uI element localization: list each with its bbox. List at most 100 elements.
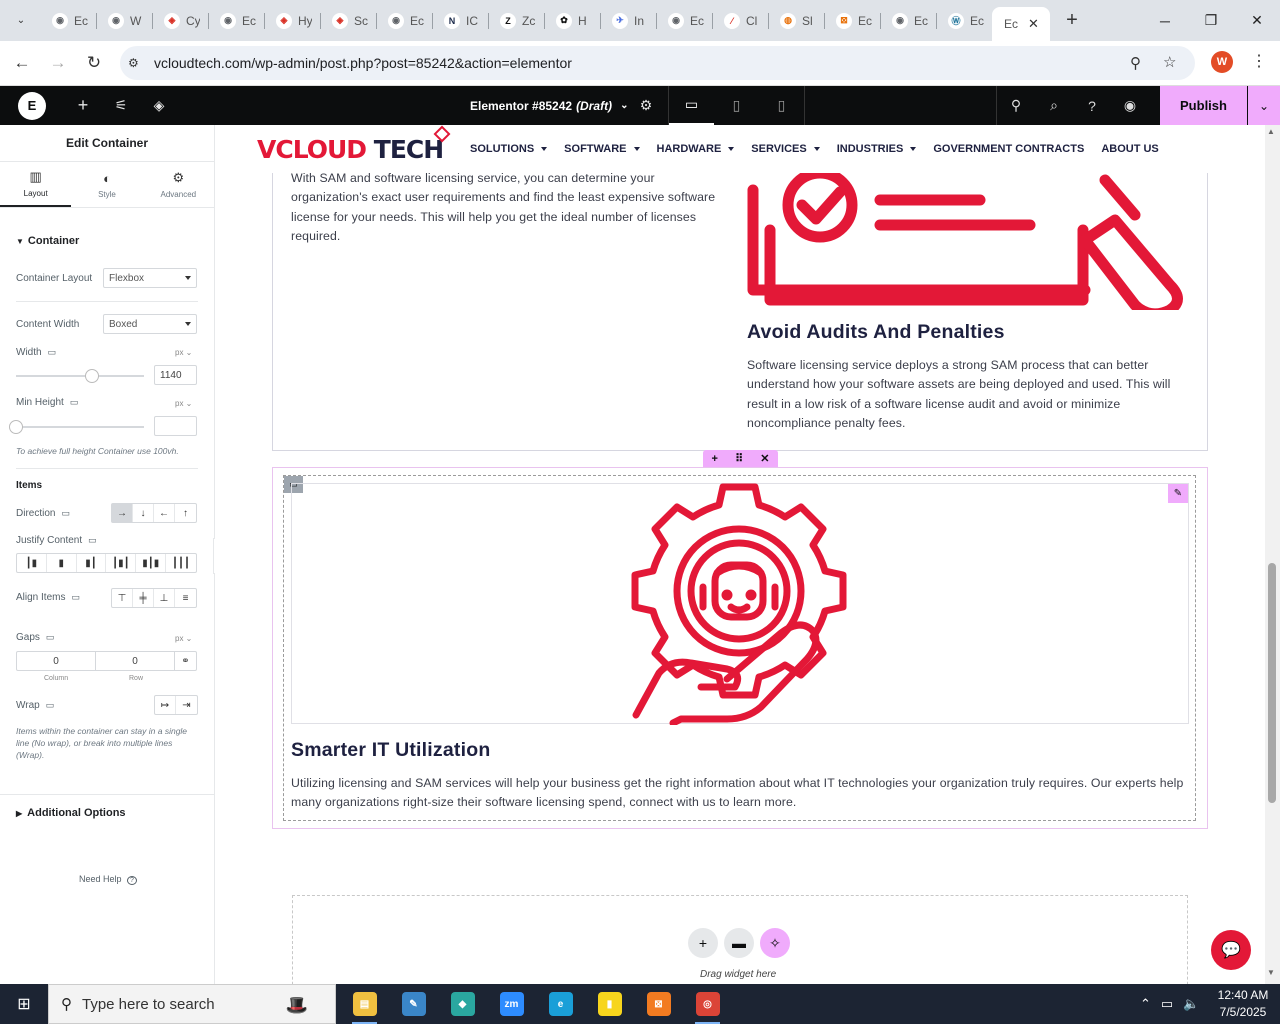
- wrap-icon[interactable]: ⇥: [176, 696, 197, 714]
- browser-tab[interactable]: ⁄ Cl: [712, 5, 768, 37]
- justify-center-icon[interactable]: ▮: [47, 554, 77, 572]
- notes-pin-icon[interactable]: ⚲: [997, 86, 1035, 125]
- chat-support-icon[interactable]: 💬: [1211, 930, 1251, 970]
- nav-item-hardware[interactable]: HARDWARE: [657, 143, 735, 155]
- align-stretch-icon[interactable]: ≡: [175, 589, 196, 607]
- gap-row-input[interactable]: 0: [96, 652, 175, 670]
- edit-widget-pencil-icon[interactable]: ✎: [1168, 484, 1188, 503]
- drag-container-icon[interactable]: ⠿: [735, 452, 743, 465]
- browser-tab-active[interactable]: Ec ✕: [992, 7, 1050, 41]
- document-title[interactable]: Elementor #85242 (Draft) ⌄: [470, 86, 628, 125]
- browser-tab[interactable]: N IC: [432, 5, 488, 37]
- close-tab-icon[interactable]: ✕: [1028, 16, 1039, 32]
- tab-advanced[interactable]: ⚙ Advanced: [143, 162, 214, 207]
- vpn-app-taskbar-button[interactable]: ◆: [438, 984, 487, 1024]
- file-explorer-taskbar-button[interactable]: ▤: [340, 984, 389, 1024]
- browser-tab[interactable]: ◍ Sl: [768, 5, 824, 37]
- window-close-icon[interactable]: ✕: [1234, 0, 1280, 41]
- canvas-scrollbar-thumb[interactable]: [1268, 563, 1276, 803]
- elementor-menu-button[interactable]: E: [0, 86, 64, 125]
- justify-space-between-icon[interactable]: ┃▮┃: [106, 554, 137, 572]
- desktop-responsive-icon[interactable]: ▭: [70, 397, 79, 407]
- browser-tab[interactable]: ◈ Hy: [264, 5, 320, 37]
- gap-column-input[interactable]: 0: [17, 652, 96, 670]
- ai-sparkle-icon[interactable]: ✧: [760, 928, 790, 958]
- site-settings-sliders-icon[interactable]: ⚟: [102, 86, 140, 125]
- desktop-responsive-icon[interactable]: ▭: [48, 347, 57, 357]
- chrome-browser-taskbar-button[interactable]: ◎: [683, 984, 732, 1024]
- tab-search-chevron-icon[interactable]: ⌄: [8, 8, 34, 34]
- gaps-unit-select[interactable]: px ⌄: [175, 634, 192, 643]
- align-start-icon[interactable]: ⊤: [112, 589, 133, 607]
- container-section-toggle[interactable]: ▼ Container: [16, 235, 79, 247]
- scroll-down-arrow-icon[interactable]: ▼: [1267, 968, 1275, 977]
- profile-avatar[interactable]: W: [1211, 51, 1233, 73]
- justify-end-icon[interactable]: ▮┃: [77, 554, 107, 572]
- browser-tab[interactable]: ⊠ Ec: [824, 5, 880, 37]
- mobile-icon[interactable]: ▯: [759, 86, 804, 125]
- browser-tab[interactable]: ◉ Ec: [208, 5, 264, 37]
- browser-tab[interactable]: ◉ Ec: [656, 5, 712, 37]
- browser-tab[interactable]: ◈ Sc: [320, 5, 376, 37]
- scroll-up-arrow-icon[interactable]: ▲: [1267, 127, 1275, 136]
- content-width-select[interactable]: Boxed: [103, 314, 197, 334]
- no-wrap-icon[interactable]: ↦: [155, 696, 176, 714]
- add-element-icon[interactable]: +: [64, 86, 102, 125]
- windows-start-icon[interactable]: ⊞: [0, 984, 48, 1024]
- justify-space-around-icon[interactable]: ▮┃▮: [136, 554, 167, 572]
- min-height-unit-select[interactable]: px ⌄: [175, 399, 192, 408]
- edge-browser-taskbar-button[interactable]: e: [536, 984, 585, 1024]
- help-icon[interactable]: ?: [1073, 86, 1111, 125]
- direction-column-icon[interactable]: ↓: [133, 504, 154, 522]
- width-slider-handle[interactable]: [84, 369, 99, 383]
- browser-tab[interactable]: ◉ Ec: [40, 5, 96, 37]
- reload-icon[interactable]: ↻: [76, 45, 112, 81]
- browser-tab[interactable]: ◉ W: [96, 5, 152, 37]
- back-arrow-icon[interactable]: ←: [4, 45, 40, 81]
- align-center-icon[interactable]: ╪: [133, 589, 154, 607]
- link-icon[interactable]: ⚭: [175, 652, 196, 670]
- xampp-app-taskbar-button[interactable]: ⊠: [634, 984, 683, 1024]
- sticky-notes-taskbar-button[interactable]: ▮: [585, 984, 634, 1024]
- template-library-folder-icon[interactable]: ▬: [724, 928, 754, 958]
- width-input[interactable]: 1140: [154, 365, 197, 385]
- add-section-plus-icon[interactable]: +: [688, 928, 718, 958]
- structure-layers-icon[interactable]: ◈: [140, 86, 178, 125]
- site-logo[interactable]: VCLOUD TECH: [257, 135, 444, 164]
- nav-item-software[interactable]: SOFTWARE: [564, 143, 640, 155]
- minimize-icon[interactable]: ─: [1142, 0, 1188, 41]
- desktop-responsive-icon[interactable]: ▭: [46, 632, 55, 642]
- tray-chevron-up-icon[interactable]: ⌃: [1140, 996, 1151, 1012]
- container-layout-select[interactable]: Flexbox: [103, 268, 197, 288]
- forward-arrow-icon[interactable]: →: [40, 45, 76, 81]
- nav-item-about-us[interactable]: ABOUT US: [1101, 143, 1158, 155]
- canvas-scrollbar[interactable]: [1265, 125, 1280, 984]
- publish-options-chevron-icon[interactable]: ⌄: [1248, 86, 1280, 125]
- zoom-icon[interactable]: ⚲: [1130, 54, 1141, 72]
- browser-menu-icon[interactable]: ⋮: [1251, 51, 1267, 71]
- nav-item-solutions[interactable]: SOLUTIONS: [470, 143, 548, 155]
- preview-eye-icon[interactable]: ◉: [1111, 86, 1149, 125]
- desktop-responsive-icon[interactable]: ▭: [46, 700, 55, 710]
- paint-tool-taskbar-button[interactable]: ✎: [389, 984, 438, 1024]
- need-help-link[interactable]: Need Help ?: [79, 874, 137, 885]
- browser-tab[interactable]: ✿ H: [544, 5, 600, 37]
- tablet-icon[interactable]: ▯: [714, 86, 759, 125]
- desktop-responsive-icon[interactable]: ▭: [88, 535, 97, 545]
- add-container-icon[interactable]: +: [712, 453, 718, 465]
- min-height-slider[interactable]: [9, 420, 144, 434]
- tab-layout[interactable]: ▥ Layout: [0, 162, 72, 207]
- browser-tab[interactable]: Z Zc: [488, 5, 544, 37]
- taskbar-clock[interactable]: 12:40 AM 7/5/2025: [1212, 987, 1274, 1021]
- direction-row-reverse-icon[interactable]: ←: [154, 504, 175, 522]
- volume-icon[interactable]: 🔈: [1183, 996, 1199, 1012]
- min-height-input[interactable]: [154, 416, 197, 436]
- delete-container-icon[interactable]: ✕: [760, 452, 769, 465]
- new-tab-button[interactable]: +: [1058, 7, 1086, 35]
- direction-row-icon[interactable]: →: [112, 504, 133, 522]
- page-settings-gear-icon[interactable]: ⚙: [636, 86, 656, 125]
- align-end-icon[interactable]: ⊥: [154, 589, 175, 607]
- nav-item-services[interactable]: SERVICES: [751, 143, 820, 155]
- tab-style[interactable]: ◐ Style: [71, 162, 142, 207]
- desktop-responsive-icon[interactable]: ▭: [71, 592, 80, 602]
